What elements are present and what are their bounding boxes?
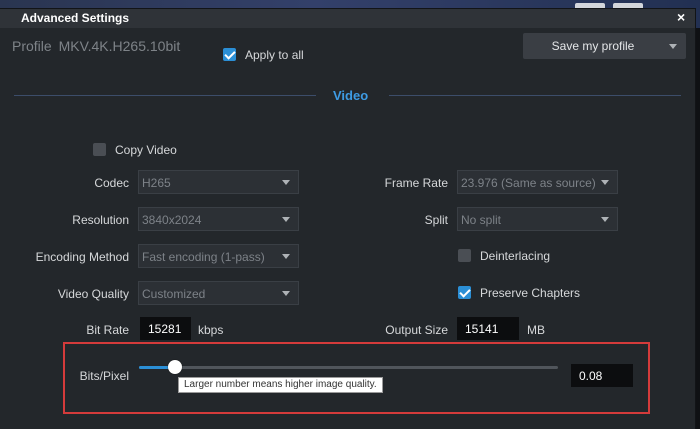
video-quality-select[interactable]: Customized [138,281,299,305]
profile-row: Profile MKV.4K.H265.10bit [12,38,180,54]
chevron-down-icon [601,180,609,185]
resolution-select[interactable]: 3840x2024 [138,207,299,231]
codec-value: H265 [142,176,171,190]
codec-label: Codec [94,176,129,190]
dialog-title: Advanced Settings [21,11,130,25]
bits-pixel-tooltip: Larger number means higher image quality… [178,377,383,393]
profile-label: Profile [12,38,52,54]
video-quality-label: Video Quality [57,287,129,301]
output-size-label: Output Size [385,323,448,337]
bit-rate-unit: kbps [198,323,224,337]
preserve-chapters-checkbox[interactable] [458,286,471,299]
bits-pixel-slider-track[interactable] [139,366,558,369]
apply-to-all-label: Apply to all [245,48,304,62]
chevron-down-icon [282,180,290,185]
frame-rate-value: 23.976 (Same as source) [461,176,596,190]
split-value: No split [461,213,502,227]
chevron-down-icon [282,291,290,296]
chevron-down-icon [282,217,290,222]
deinterlacing-checkbox[interactable] [458,249,471,262]
copy-video-label: Copy Video [115,143,177,157]
frame-rate-select[interactable]: 23.976 (Same as source) [457,170,618,194]
codec-select[interactable]: H265 [138,170,299,194]
chevron-down-icon [601,217,609,222]
output-size-input[interactable]: 15141 [457,317,519,340]
split-label: Split [424,213,448,227]
chevron-down-icon [282,254,290,259]
section-divider-right [389,95,681,96]
save-profile-label: Save my profile [551,39,635,53]
bit-rate-label: Bit Rate [86,323,129,337]
profile-name: MKV.4K.H265.10bit [58,38,181,54]
bits-pixel-slider-handle[interactable] [168,360,182,374]
resolution-label: Resolution [72,213,129,227]
bits-pixel-label: Bits/Pixel [79,369,129,383]
output-size-unit: MB [527,323,545,337]
split-select[interactable]: No split [457,207,618,231]
bit-rate-input[interactable]: 15281 [140,317,191,340]
section-title-video: Video [333,88,369,103]
preserve-chapters-label: Preserve Chapters [480,286,581,300]
save-profile-button[interactable]: Save my profile [523,33,686,59]
apply-to-all-checkbox[interactable] [223,48,236,61]
resolution-value: 3840x2024 [142,213,202,227]
encoding-method-select[interactable]: Fast encoding (1-pass) [138,244,299,268]
encoding-method-label: Encoding Method [35,250,129,264]
copy-video-checkbox[interactable] [93,143,106,156]
close-icon[interactable]: × [677,9,685,25]
dialog-titlebar: Advanced Settings × [0,9,695,28]
chevron-down-icon [669,44,677,49]
bits-pixel-input[interactable]: 0.08 [571,364,633,387]
encoding-method-value: Fast encoding (1-pass) [142,250,265,264]
frame-rate-label: Frame Rate [384,176,448,190]
section-divider-left [14,95,316,96]
deinterlacing-label: Deinterlacing [480,249,551,263]
video-quality-value: Customized [142,287,206,301]
